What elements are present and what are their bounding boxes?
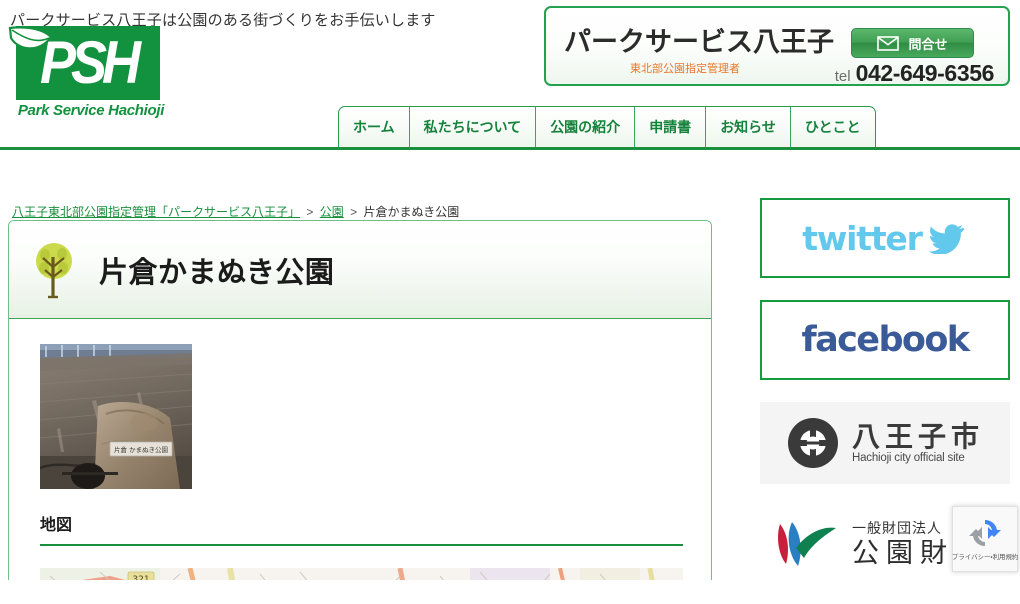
recaptcha-badge[interactable]: プライバシー・利用規約 — [952, 506, 1018, 572]
hachioji-city-sublabel: Hachioji city official site — [851, 451, 965, 464]
contact-company-name: パークサービス八王子 — [564, 27, 834, 57]
telephone: tel 042-649-6356 — [834, 60, 995, 87]
foundation-kind-label: 一般財団法人 — [852, 520, 942, 537]
nav-item-parks[interactable]: 公園の紹介 — [536, 107, 636, 147]
banner-hachioji-city[interactable]: 八王子市 Hachioji city official site — [760, 402, 1010, 484]
logo-caption: Park Service Hachioji — [17, 102, 165, 119]
contact-subtitle: 東北部公園指定管理者 — [630, 63, 740, 75]
nav-item-news[interactable]: お知らせ — [706, 107, 791, 147]
svg-text:片倉 かまぬき公園: 片倉 かまぬき公園 — [114, 445, 168, 454]
tel-number: 042-649-6356 — [855, 60, 995, 86]
park-photo[interactable]: 片倉 かまぬき公園 — [40, 344, 192, 489]
tel-prefix: tel — [834, 68, 851, 85]
envelope-icon — [877, 35, 900, 51]
inquiry-label: 問合せ — [908, 36, 948, 52]
nav-item-forms[interactable]: 申請書 — [635, 107, 707, 147]
leaf-icon — [8, 26, 53, 50]
hachioji-emblem-icon — [787, 418, 838, 468]
breadcrumb-current: 片倉かまぬき公園 — [363, 205, 460, 219]
hachioji-text-group: 八王子市 Hachioji city official site — [851, 421, 984, 464]
tree-icon — [36, 242, 72, 298]
nav-item-about[interactable]: 私たちについて — [410, 107, 537, 147]
nav-item-hitokoto[interactable]: ひとこと — [791, 107, 875, 147]
foundation-swoosh-icon — [778, 522, 836, 566]
breadcrumb-separator-2: > — [350, 205, 358, 219]
twitter-label: twitter — [802, 218, 923, 258]
page-title-banner: 片倉かまぬき公園 — [9, 221, 711, 319]
twitter-bird-icon — [928, 224, 965, 254]
svg-text:321: 321 — [132, 575, 149, 580]
content-body: 片倉 かまぬき公園 地図 321 — [9, 319, 711, 580]
map-section-heading: 地図 — [40, 511, 683, 546]
breadcrumb-home[interactable]: 八王子東北部公園指定管理「パークサービス八王子」 — [12, 205, 300, 219]
main-navigation: ホーム 私たちについて 公園の紹介 申請書 お知らせ ひとこと — [338, 106, 876, 147]
facebook-label: facebook — [801, 320, 971, 360]
banner-twitter[interactable]: twitter — [760, 198, 1010, 278]
recaptcha-arrows-icon — [969, 520, 1001, 546]
site-logo[interactable]: PSH Park Service Hachioji — [8, 26, 164, 126]
nav-item-home[interactable]: ホーム — [339, 107, 410, 147]
breadcrumb-section[interactable]: 公園 — [320, 205, 344, 219]
breadcrumb: 八王子東北部公園指定管理「パークサービス八王子」 > 公園 > 片倉かまぬき公園 — [12, 203, 459, 220]
contact-box: パークサービス八王子 東北部公園指定管理者 問合せ tel 042-649-63… — [544, 6, 1010, 86]
banner-facebook[interactable]: facebook — [760, 300, 1010, 380]
site-header: パークサービス八王子は公園のある街づくりをお手伝いします PSH Park Se… — [0, 0, 1020, 150]
hachioji-city-label: 八王子市 — [851, 421, 984, 453]
inquiry-button[interactable]: 問合せ — [851, 28, 974, 58]
page-title: 片倉かまぬき公園 — [99, 256, 335, 289]
main-content-panel: 片倉かまぬき公園 片倉 かまぬき公園 地図 321 — [8, 220, 712, 580]
park-map[interactable]: 321 アディバス — [40, 568, 683, 580]
breadcrumb-separator-1: > — [306, 205, 314, 219]
recaptcha-text: プライバシー・利用規約 — [951, 554, 1019, 561]
